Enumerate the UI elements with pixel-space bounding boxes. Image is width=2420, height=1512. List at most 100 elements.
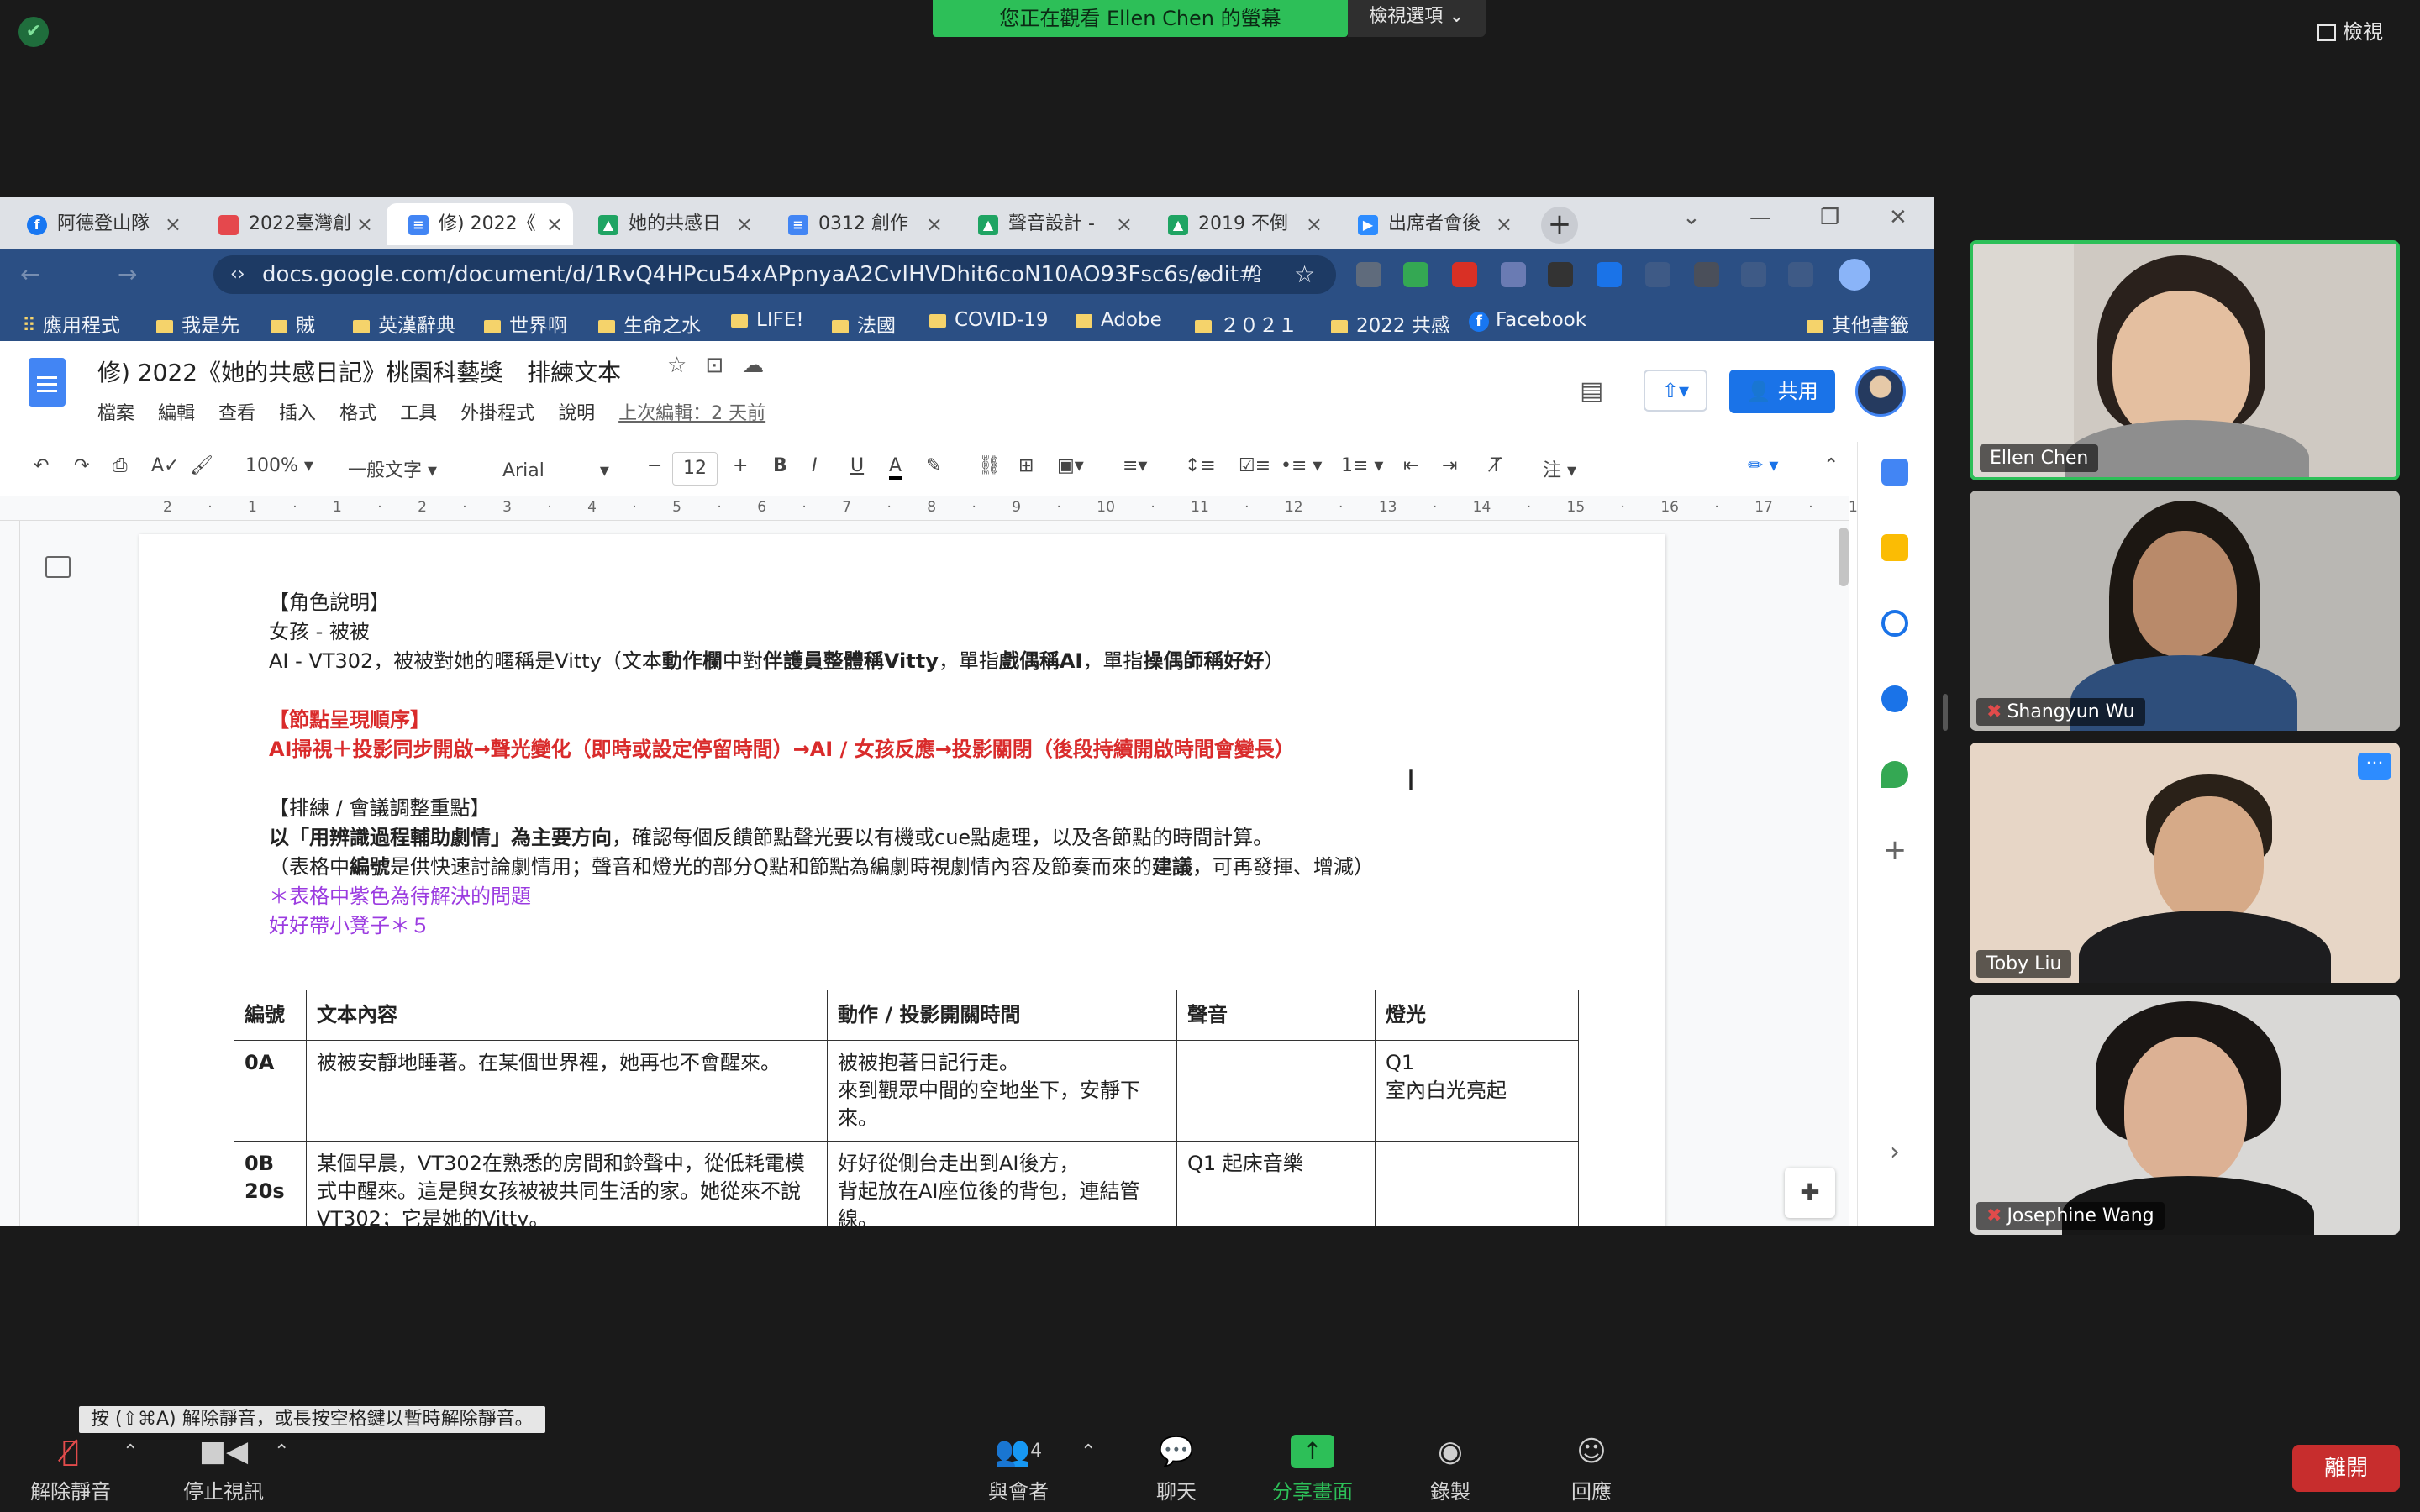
menu-tools[interactable]: 工具 [400, 403, 437, 424]
bookmark-folder[interactable]: 我是先 [156, 309, 239, 338]
url-field[interactable]: ‹› docs.google.com/document/d/1RvQ4HPcu54… [213, 255, 1336, 294]
new-tab-button[interactable]: + [1541, 207, 1578, 244]
text-color-icon[interactable]: A [889, 455, 902, 480]
security-shield-icon[interactable]: ✔ [18, 17, 49, 47]
font-size-increase-icon[interactable]: + [733, 455, 748, 476]
table-cell[interactable]: Q1 起床音樂 [1176, 1141, 1376, 1226]
bulleted-list-icon[interactable]: •≡ ▾ [1281, 455, 1322, 476]
video-tile[interactable]: ✖ Josephine Wang [1970, 995, 2400, 1235]
star-icon[interactable]: ☆ [667, 353, 705, 378]
stop-video-button[interactable]: ■◀ 停止視訊 [183, 1435, 264, 1504]
minimize-icon[interactable]: — [1749, 205, 1771, 230]
print-icon[interactable]: ⎙ [113, 455, 128, 476]
document-title[interactable]: 修) 2022《她的共感日記》桃園科藝獎 排練文本 [97, 354, 621, 388]
video-tile[interactable]: Ellen Chen [1970, 240, 2400, 480]
video-tile[interactable]: ··· Toby Liu [1970, 743, 2400, 983]
participants-chevron-icon[interactable]: ⌃ [1081, 1441, 1096, 1462]
vertical-ruler[interactable] [0, 521, 20, 1226]
table-cell[interactable]: 某個早晨，VT302在熟悉的房間和鈴聲中，從低耗電模式中醒來。這是與女孩被被共同… [306, 1141, 828, 1226]
maps-icon[interactable] [1881, 761, 1908, 788]
font-size-decrease-icon[interactable]: − [647, 455, 662, 476]
maximize-icon[interactable]: ❐ [1820, 205, 1839, 230]
document-outline-icon[interactable] [45, 556, 71, 578]
browser-tab-active[interactable]: ≡ 修) 2022《 × [387, 203, 573, 245]
share-icon[interactable]: ⇪ [1247, 260, 1266, 288]
table-cell[interactable] [1176, 1040, 1376, 1142]
reactions-button[interactable]: ☺ 回應 [1571, 1435, 1612, 1504]
video-tile[interactable]: ✖ Shangyun Wu [1970, 491, 2400, 731]
close-icon[interactable]: × [165, 203, 182, 245]
tasks-icon[interactable] [1881, 610, 1908, 637]
profile-icon[interactable] [1839, 259, 1870, 291]
bold-icon[interactable]: B [773, 455, 787, 476]
google-docs-logo-icon[interactable] [29, 358, 66, 407]
link-icon[interactable]: ⛓ [978, 455, 1002, 476]
underline-icon[interactable]: U [850, 455, 864, 476]
bookmark-folder[interactable]: 賊 [271, 309, 315, 338]
star-icon[interactable]: ☆ [1294, 260, 1315, 288]
bookmark-folder[interactable]: 生命之水 [598, 309, 701, 338]
collapse-menu-icon[interactable]: ⌃ [1823, 455, 1839, 476]
font-size-input[interactable]: 12 [672, 452, 718, 486]
camera-icon[interactable] [1645, 262, 1670, 287]
document-page[interactable]: 【角色說明】 女孩 - 被被 AI - VT302，被被對她的暱稱是Vitty（… [139, 534, 1665, 1226]
menu-edit[interactable]: 編輯 [158, 403, 195, 424]
browser-tab[interactable]: ≡ 0312 創作 × [766, 203, 953, 245]
line-spacing-icon[interactable]: ↕≡ [1185, 455, 1216, 476]
align-icon[interactable]: ≡▾ [1123, 455, 1147, 476]
back-icon[interactable]: ← [20, 260, 39, 288]
contacts-icon[interactable] [1881, 685, 1908, 712]
more-options-button[interactable]: ··· [2358, 753, 2391, 780]
table-cell[interactable]: 0A [234, 1040, 307, 1142]
present-button[interactable]: ⇧▾ [1644, 370, 1707, 412]
puzzle-icon[interactable] [1741, 262, 1766, 287]
video-options-chevron-icon[interactable]: ⌃ [274, 1441, 289, 1462]
clear-formatting-icon[interactable]: T̸ [1491, 455, 1502, 476]
bookmark-extension-icon[interactable] [1597, 262, 1622, 287]
gallery-resize-handle[interactable] [1943, 694, 1948, 731]
checklist-icon[interactable]: ☑≡ [1239, 455, 1270, 476]
close-icon[interactable]: × [546, 203, 563, 245]
unmute-button[interactable]: 🎙̸ 解除靜音 [30, 1435, 111, 1504]
menu-file[interactable]: 檔案 [97, 403, 134, 424]
browser-tab[interactable]: ▲ 2019 不倒 × [1146, 203, 1333, 245]
bookmark-folder[interactable]: LIFE! [731, 309, 804, 331]
bookmark-other[interactable]: 其他書籤 [1807, 309, 1909, 338]
move-folder-icon[interactable]: ⊡ [705, 353, 742, 378]
document-body[interactable]: 【角色說明】 女孩 - 被被 AI - VT302，被被對她的暱稱是Vitty（… [269, 588, 1529, 941]
last-edit-link[interactable]: 上次編輯：2 天前 [618, 403, 765, 424]
view-options-button[interactable]: 檢視選項 ⌄ [1348, 0, 1486, 37]
close-icon[interactable]: × [736, 203, 753, 245]
decrease-indent-icon[interactable]: ⇤ [1403, 455, 1418, 476]
browser-tab[interactable]: 2022臺灣創 × [197, 203, 383, 245]
style-select[interactable]: 一般文字 ▾ [348, 455, 437, 482]
bookmark-folder[interactable]: 2022 共感 [1331, 309, 1450, 338]
add-addon-icon[interactable]: + [1881, 836, 1908, 864]
share-button[interactable]: 👤 共用 [1729, 370, 1835, 413]
spellcheck-icon[interactable]: A✓ [151, 455, 179, 476]
close-icon[interactable]: × [356, 203, 373, 245]
table-cell[interactable] [1375, 1141, 1579, 1226]
chat-button[interactable]: 💬 聊天 [1156, 1435, 1197, 1504]
editing-mode-icon[interactable]: ✏ ▾ [1748, 455, 1778, 476]
browser-tab[interactable]: ▶ 出席者會後 × [1336, 203, 1523, 245]
undo-icon[interactable]: ↶ [34, 455, 49, 476]
close-icon[interactable]: × [1306, 203, 1323, 245]
adblock-icon[interactable] [1452, 262, 1477, 287]
explore-icon[interactable]: ✚ [1785, 1168, 1835, 1218]
calendar-icon[interactable] [1881, 459, 1908, 486]
numbered-list-icon[interactable]: 1≡ ▾ [1341, 455, 1383, 476]
close-icon[interactable]: × [1116, 203, 1133, 245]
menu-view[interactable]: 查看 [218, 403, 255, 424]
bookmark-folder[interactable]: 法國 [832, 309, 896, 338]
extension-gear-icon[interactable] [1356, 262, 1381, 287]
input-tools-icon[interactable]: 注 ▾ [1543, 455, 1576, 482]
reading-list-icon[interactable] [1788, 262, 1813, 287]
keep-icon[interactable] [1881, 534, 1908, 561]
add-comment-icon[interactable]: ⊞ [1018, 455, 1034, 476]
chevron-down-icon[interactable]: ⌄ [1682, 205, 1701, 230]
menu-help[interactable]: 說明 [558, 403, 595, 424]
expand-panel-icon[interactable]: › [1881, 1139, 1908, 1166]
bookmark-folder[interactable]: ２０２１ [1195, 309, 1297, 338]
close-window-icon[interactable]: ✕ [1889, 205, 1907, 230]
